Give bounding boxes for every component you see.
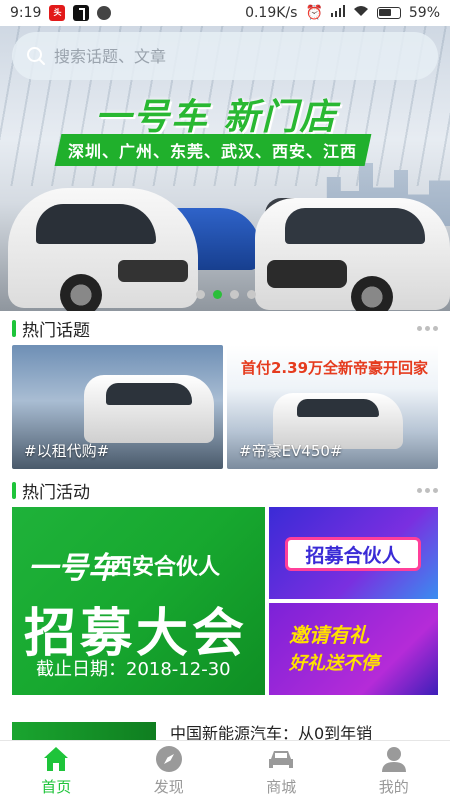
topic-promo-text: 首付2.39万全新帝豪开回家 [241, 359, 429, 377]
hot-events-header: 热门活动 [0, 473, 450, 507]
carousel-dot[interactable] [247, 290, 256, 299]
search-bar[interactable] [12, 32, 438, 80]
wifi-icon [353, 5, 369, 21]
hot-topics-title-wrap: 热门话题 [12, 316, 90, 341]
carousel-dot[interactable] [230, 290, 239, 299]
status-left: 9:19 头 [10, 5, 112, 21]
alarm-icon: ⏰ [305, 5, 323, 21]
tab-label: 我的 [378, 778, 409, 796]
home-icon [44, 747, 69, 771]
carousel-dots[interactable] [196, 290, 256, 299]
hot-events-title: 热门活动 [22, 482, 90, 503]
toutiao-app-icon: 头 [49, 5, 66, 21]
event-deadline: 截止日期：2018-12-30 [36, 659, 231, 680]
carousel-dot[interactable] [196, 290, 205, 299]
topic-card-emgrand[interactable]: 首付2.39万全新帝豪开回家 #帝豪EV450# [227, 345, 438, 469]
carousel-dot-active[interactable] [213, 290, 222, 299]
tab-home[interactable]: 首页 [16, 744, 96, 797]
event-invite-line1: 邀请有礼 [289, 623, 369, 647]
more-icon[interactable] [417, 325, 438, 331]
tab-profile[interactable]: 我的 [354, 744, 434, 797]
compass-icon [155, 746, 182, 772]
block-app-icon [97, 6, 112, 20]
bottom-tab-bar: 首页 发现 商城 我的 [0, 740, 450, 800]
battery-icon [376, 7, 401, 19]
topic-car-image [84, 375, 214, 443]
topic-tag: #帝豪EV450# [239, 442, 343, 460]
event-card-invite-gift[interactable]: 邀请有礼 好礼送不停 [269, 603, 438, 695]
status-bar: 9:19 头 0.19K/s ⏰ 59% [0, 0, 450, 26]
event-logo: 一号车 [28, 551, 118, 586]
battery-percent: 59% [408, 5, 440, 21]
status-time: 9:19 [10, 5, 42, 21]
event-subtitle: 西安合伙人 [110, 555, 221, 580]
news-list-item[interactable]: 中国新能源汽车：从0到年销 [12, 718, 450, 742]
search-icon [27, 47, 45, 65]
news-thumbnail [12, 722, 156, 742]
hot-topics-header: 热门话题 [0, 311, 450, 345]
banner-cities: 深圳、广州、东莞、武汉、西安、江西 [68, 142, 358, 161]
promo-banner[interactable]: 一号车 新门店 深圳、广州、东莞、武汉、西安、江西 [0, 26, 450, 311]
tab-discover[interactable]: 发现 [129, 744, 209, 797]
event-card-xian-recruitment[interactable]: 一号车 西安合伙人 招募大会 截止日期：2018-12-30 [12, 507, 265, 695]
status-right: 0.19K/s ⏰ 59% [245, 5, 440, 21]
hot-events-title-wrap: 热门活动 [12, 478, 90, 503]
car-image-white-suv [255, 198, 450, 311]
more-icon[interactable] [417, 487, 438, 493]
signal-icon [330, 5, 345, 21]
tab-label: 商城 [266, 778, 297, 796]
section-accent-bar [12, 319, 16, 337]
car-icon [269, 751, 294, 768]
tab-label: 首页 [41, 778, 72, 796]
tab-label: 发现 [153, 778, 184, 796]
event-partner-label: 招募合伙人 [285, 537, 421, 571]
network-speed: 0.19K/s [245, 5, 298, 21]
topic-card-rent-to-own[interactable]: #以租代购# [12, 345, 223, 469]
person-icon [381, 747, 406, 772]
tab-mall[interactable]: 商城 [241, 744, 321, 797]
tiktok-app-icon [73, 5, 90, 21]
section-accent-bar [12, 481, 16, 499]
news-title: 中国新能源汽车：从0到年销 [170, 724, 373, 742]
topic-tag: #以租代购# [24, 442, 110, 460]
banner-title: 一号车 新门店 [95, 97, 338, 138]
hot-topics-title: 热门话题 [22, 320, 90, 341]
banner-cities-ribbon: 深圳、广州、东莞、武汉、西安、江西 [54, 134, 372, 166]
search-input[interactable] [54, 46, 394, 66]
car-image-white-small [8, 188, 198, 311]
event-invite-line2: 好礼送不停 [289, 653, 379, 674]
event-card-recruit-partner[interactable]: 招募合伙人 [269, 507, 438, 599]
